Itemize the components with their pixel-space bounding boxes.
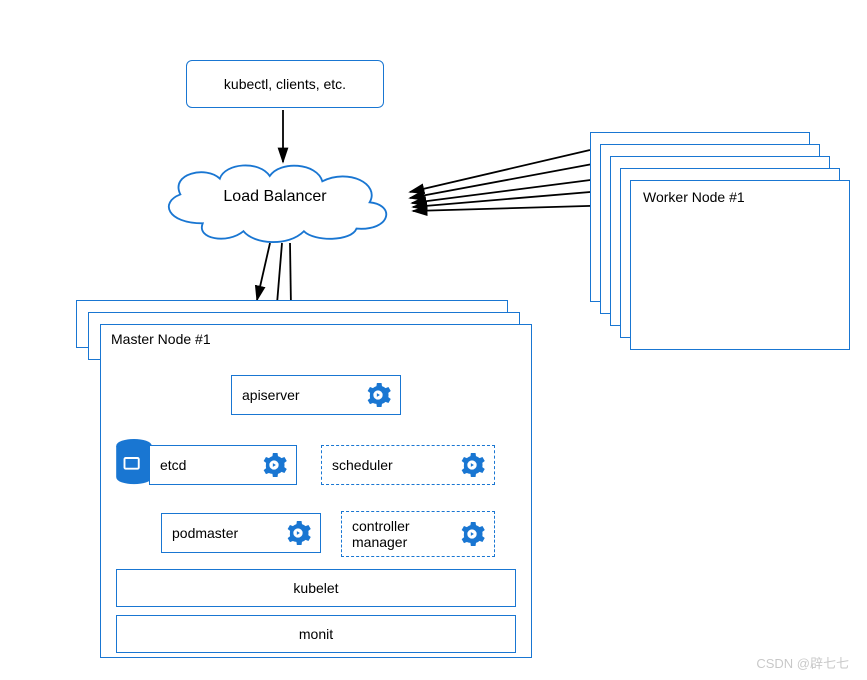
monit-bar: monit	[116, 615, 516, 653]
controller-manager-component: controller manager	[341, 511, 495, 557]
database-icon	[115, 439, 153, 485]
load-balancer-label: Load Balancer	[223, 188, 326, 206]
gear-icon	[364, 381, 400, 409]
etcd-component: etcd	[149, 445, 297, 485]
controller-manager-label-1: controller	[352, 518, 410, 534]
worker-node: Worker Node #1	[630, 180, 850, 350]
kubelet-bar: kubelet	[116, 569, 516, 607]
gear-icon	[458, 451, 494, 479]
podmaster-component: podmaster	[161, 513, 321, 553]
master-node: Master Node #1 apiserver etcd scheduler …	[100, 324, 532, 658]
master-node-title: Master Node #1	[111, 331, 211, 347]
gear-icon	[260, 451, 296, 479]
controller-manager-label-2: manager	[352, 534, 407, 550]
apiserver-label: apiserver	[232, 387, 364, 403]
monit-label: monit	[299, 626, 333, 642]
scheduler-component: scheduler	[321, 445, 495, 485]
clients-box: kubectl, clients, etc.	[186, 60, 384, 108]
etcd-label: etcd	[150, 457, 260, 473]
clients-label: kubectl, clients, etc.	[224, 76, 346, 92]
kubelet-label: kubelet	[293, 580, 338, 596]
worker-node-title: Worker Node #1	[643, 189, 745, 205]
watermark-text: CSDN @辟七七	[756, 653, 849, 672]
podmaster-label: podmaster	[162, 525, 284, 541]
gear-icon	[458, 520, 494, 548]
load-balancer-cloud: Load Balancer	[135, 155, 415, 247]
apiserver-component: apiserver	[231, 375, 401, 415]
scheduler-label: scheduler	[322, 457, 458, 473]
gear-icon	[284, 519, 320, 547]
